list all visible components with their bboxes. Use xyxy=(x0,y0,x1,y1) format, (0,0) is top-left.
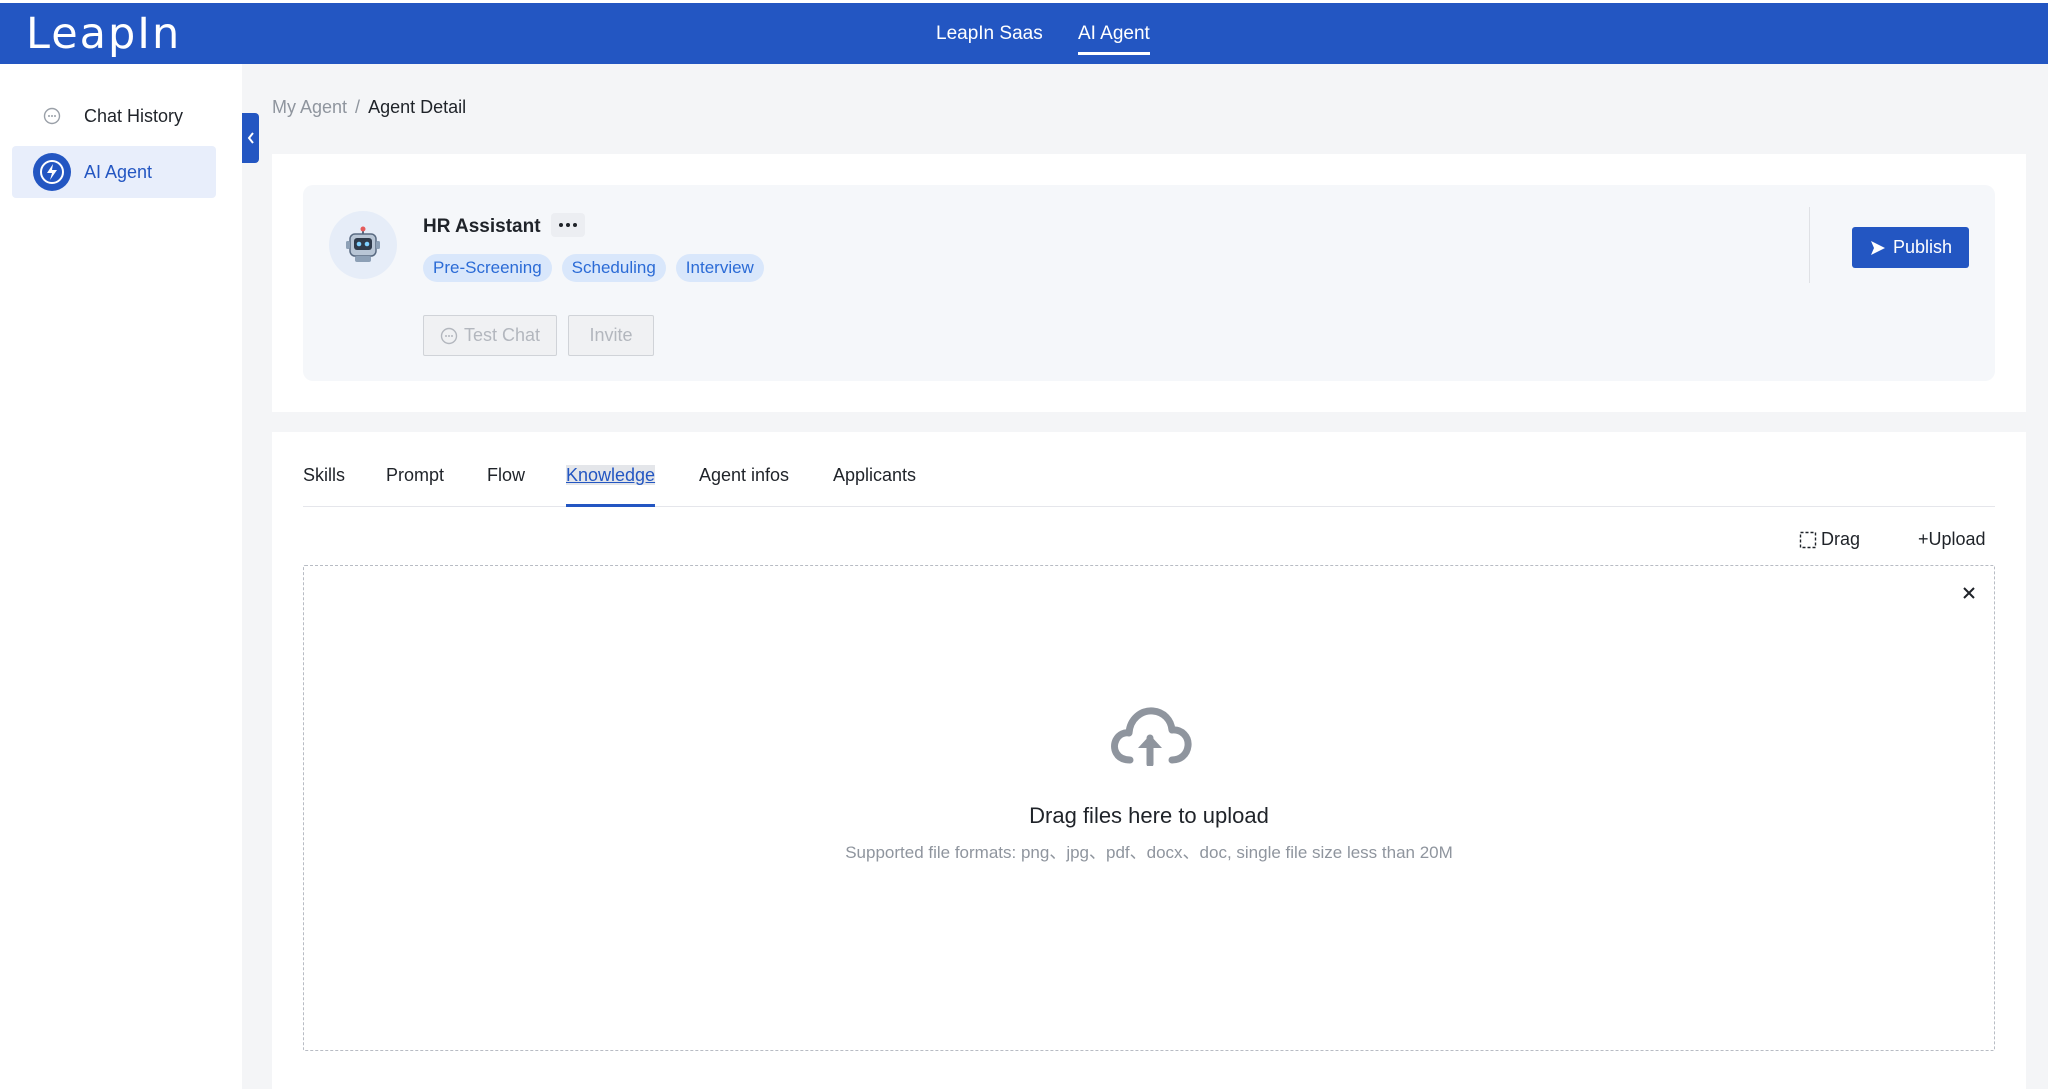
tab-prompt[interactable]: Prompt xyxy=(386,465,444,507)
agent-card: HR Assistant Pre-Screening Scheduling In… xyxy=(303,185,1995,381)
chat-bubble-icon xyxy=(32,96,72,136)
tab-applicants[interactable]: Applicants xyxy=(833,465,916,507)
tab-knowledge[interactable]: Knowledge xyxy=(566,465,656,507)
sidebar-item-label: Chat History xyxy=(84,105,184,126)
chat-bubble-icon xyxy=(440,327,458,344)
ai-agent-icon xyxy=(32,152,72,192)
nav-leapin-saas[interactable]: LeapIn Saas xyxy=(936,3,1043,64)
test-chat-button[interactable]: Test Chat xyxy=(423,315,557,356)
sidebar-item-ai-agent[interactable]: AI Agent xyxy=(12,146,216,198)
breadcrumb: My Agent / Agent Detail xyxy=(272,97,466,118)
tag-scheduling: Scheduling xyxy=(561,254,666,282)
test-chat-label: Test Chat xyxy=(463,325,541,345)
dropzone-subtitle: Supported file formats: png、jpg、pdf、docx… xyxy=(845,843,1453,862)
dashed-square-icon xyxy=(1799,531,1817,548)
invite-button[interactable]: Invite xyxy=(568,315,654,356)
logo[interactable]: LeapIn xyxy=(26,9,181,59)
more-options-button[interactable] xyxy=(551,213,585,237)
agent-avatar xyxy=(329,211,397,279)
dropzone-title: Drag files here to upload xyxy=(1029,803,1269,828)
publish-button[interactable]: Publish xyxy=(1852,227,1969,268)
tab-skills[interactable]: Skills xyxy=(303,465,345,507)
cloud-upload-icon xyxy=(1108,702,1192,771)
drag-toggle-button[interactable]: Drag xyxy=(1799,529,1860,550)
tag-pre-screening: Pre-Screening xyxy=(423,254,552,282)
divider xyxy=(1809,207,1810,283)
top-bar: LeapIn LeapIn Saas AI Agent xyxy=(0,0,2048,64)
tag-interview: Interview xyxy=(675,254,764,282)
chevron-left-icon xyxy=(247,132,254,144)
agent-tags: Pre-Screening Scheduling Interview xyxy=(423,254,764,282)
drag-label: Drag xyxy=(1821,529,1861,549)
more-horizontal-icon xyxy=(559,223,577,227)
upload-button[interactable]: +Upload xyxy=(1918,529,1986,550)
publish-label: Publish xyxy=(1892,237,1953,257)
tab-bar: Skills Prompt Flow Knowledge Agent infos… xyxy=(303,452,1995,507)
agent-name: HR Assistant xyxy=(423,216,541,237)
nav-ai-agent[interactable]: AI Agent xyxy=(1078,3,1150,64)
sidebar-item-label: AI Agent xyxy=(84,161,153,182)
breadcrumb-my-agent[interactable]: My Agent xyxy=(272,97,347,117)
tab-agent-infos[interactable]: Agent infos xyxy=(699,465,789,507)
send-icon xyxy=(1870,240,1885,255)
breadcrumb-separator: / xyxy=(355,97,361,117)
sidebar: Chat History AI Agent xyxy=(0,64,242,1089)
sidebar-collapse-button[interactable] xyxy=(242,113,259,163)
tab-flow[interactable]: Flow xyxy=(487,465,525,507)
breadcrumb-current: Agent Detail xyxy=(368,97,467,117)
sidebar-item-chat-history[interactable]: Chat History xyxy=(12,90,216,142)
close-icon[interactable] xyxy=(1958,582,1980,604)
robot-icon xyxy=(346,226,380,262)
file-dropzone[interactable]: Drag files here to upload Supported file… xyxy=(303,565,1995,1051)
